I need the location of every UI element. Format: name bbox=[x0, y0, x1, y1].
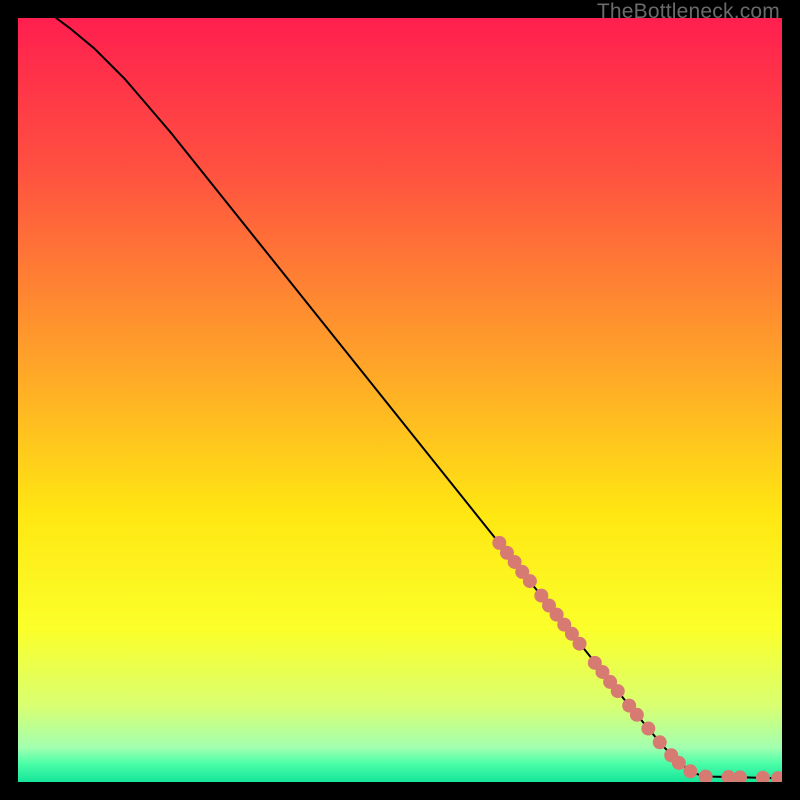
chart-frame: TheBottleneck.com bbox=[0, 0, 800, 800]
plot-area bbox=[18, 18, 782, 782]
marker-dot bbox=[573, 637, 587, 651]
marker-dot bbox=[611, 684, 625, 698]
marker-dot bbox=[641, 722, 655, 736]
marker-dot bbox=[653, 735, 667, 749]
marker-dot bbox=[672, 756, 686, 770]
chart-background bbox=[18, 18, 782, 782]
marker-dot bbox=[523, 574, 537, 588]
marker-dot bbox=[630, 708, 644, 722]
marker-dot bbox=[683, 764, 697, 778]
chart-svg bbox=[18, 18, 782, 782]
